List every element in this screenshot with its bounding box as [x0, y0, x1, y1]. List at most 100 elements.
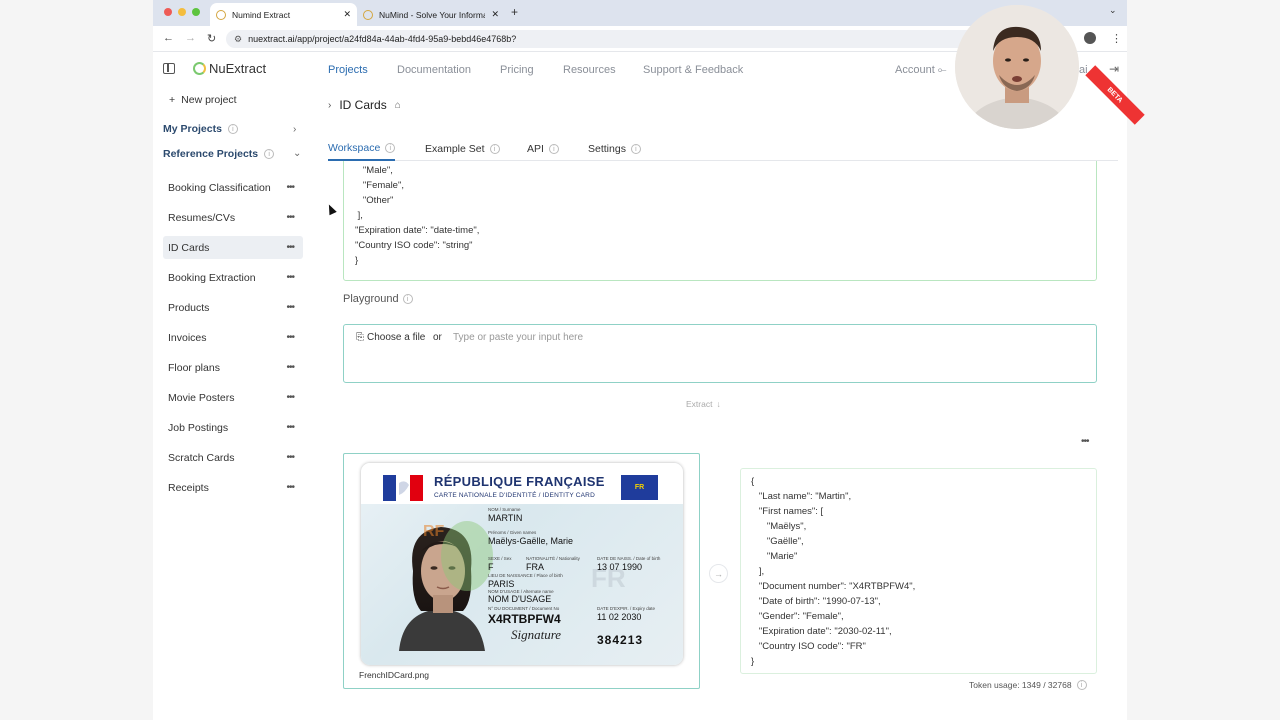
chevron-right-icon[interactable]: ›	[328, 100, 331, 111]
sidebar-item-receipts[interactable]: Receipts •••	[163, 476, 303, 499]
info-icon[interactable]: i	[1076, 680, 1087, 690]
template-code[interactable]: "Gender": [ "Male", "Female", "Other" ],…	[355, 161, 479, 268]
desktop-right	[1127, 0, 1280, 720]
nav-resources[interactable]: Resources	[563, 64, 616, 76]
more-options-icon[interactable]: •••	[286, 392, 294, 403]
sidebar-item-resumes-cvs[interactable]: Resumes/CVs •••	[163, 206, 303, 229]
extract-button[interactable]: Extract ↓	[686, 399, 721, 409]
close-tab-icon[interactable]: ✕	[491, 9, 499, 20]
close-tab-icon[interactable]: ✕	[343, 9, 351, 20]
more-options-icon[interactable]: •••	[286, 452, 294, 463]
card-given-names: Maëlys-Gaëlle, Marie	[488, 536, 574, 546]
sidebar-item-label: Booking Extraction	[168, 271, 256, 284]
sidebar-toggle-icon[interactable]	[163, 63, 175, 74]
nuextract-logo-icon	[193, 62, 206, 75]
window-controls	[164, 8, 200, 16]
sidebar-item-booking-classification[interactable]: Booking Classification •••	[163, 176, 303, 199]
reference-projects-header[interactable]: Reference Projects i	[163, 148, 275, 160]
info-icon[interactable]: i	[227, 124, 238, 134]
card-pob: PARIS	[488, 579, 515, 589]
eu-code: FR	[634, 484, 645, 491]
eu-flag-icon: FR	[621, 475, 658, 500]
tab-api[interactable]: API i	[527, 137, 559, 161]
info-icon[interactable]: i	[630, 144, 641, 154]
numind-favicon-icon	[216, 9, 226, 20]
sidebar-item-label: Invoices	[168, 331, 207, 344]
browser-tab-numind[interactable]: NuMind - Solve Your Informati ✕	[357, 3, 505, 26]
tab-example-set[interactable]: Example Set i	[425, 137, 500, 161]
site-settings-icon[interactable]: ⚙	[234, 34, 242, 45]
url-field[interactable]: ⚙ nuextract.ai/app/project/a24fd84a-44ab…	[226, 30, 1006, 48]
more-options-icon[interactable]: •••	[286, 422, 294, 433]
playground-header: Playground i	[343, 293, 413, 305]
tab-workspace[interactable]: Workspace i	[328, 137, 396, 161]
account-link[interactable]: Account ⟜	[895, 64, 947, 77]
my-projects-header[interactable]: My Projects i	[163, 123, 238, 135]
logo[interactable]: NuExtract	[193, 61, 266, 76]
input-image-panel[interactable]: RÉPUBLIQUE FRANÇAISE CARTE NATIONALE D'I…	[343, 453, 700, 689]
nav-support-feedback[interactable]: Support & Feedback	[643, 64, 743, 76]
input-placeholder[interactable]: Type or paste your input here	[453, 332, 583, 343]
more-options-icon[interactable]: •••	[1081, 436, 1089, 447]
info-icon[interactable]: i	[489, 144, 500, 154]
nav-pricing[interactable]: Pricing	[500, 64, 534, 76]
card-dob: 13 07 1990	[597, 562, 643, 572]
sidebar-item-scratch-cards[interactable]: Scratch Cards •••	[163, 446, 303, 469]
tab-label: Example Set	[425, 143, 485, 155]
token-usage-label: Token usage: 1349 / 32768	[969, 680, 1072, 690]
chevron-down-icon[interactable]: ⌄	[293, 148, 301, 159]
close-window-icon[interactable]	[164, 8, 172, 16]
label-dob: DATE DE NAISS. / Date of birth	[597, 556, 661, 561]
info-icon[interactable]: i	[402, 294, 413, 304]
logout-icon[interactable]: ⇥	[1109, 62, 1119, 76]
new-tab-icon[interactable]: +	[511, 5, 518, 19]
tab-search-icon[interactable]: ⌄	[1109, 5, 1117, 16]
nav-documentation[interactable]: Documentation	[397, 64, 471, 76]
sidebar-item-booking-extraction[interactable]: Booking Extraction •••	[163, 266, 303, 289]
minimize-window-icon[interactable]	[178, 8, 186, 16]
back-icon[interactable]: ←	[163, 32, 174, 44]
file-name: FrenchIDCard.png	[359, 670, 429, 680]
browser-menu-icon[interactable]: ⋮	[1111, 32, 1122, 45]
sidebar-item-id-cards[interactable]: ID Cards •••	[163, 236, 303, 259]
label-surname: NOM / Surname	[488, 507, 521, 512]
sidebar-item-movie-posters[interactable]: Movie Posters •••	[163, 386, 303, 409]
browser-tab-numind-extract[interactable]: Numind Extract ✕	[210, 3, 357, 26]
more-options-icon[interactable]: •••	[286, 362, 294, 373]
more-options-icon[interactable]: •••	[286, 482, 294, 493]
desktop-left	[0, 0, 153, 720]
nav-projects[interactable]: Projects	[328, 64, 368, 76]
card-nationality: FRA	[526, 562, 544, 572]
more-options-icon[interactable]: •••	[286, 302, 294, 313]
url-text: nuextract.ai/app/project/a24fd84a-44ab-4…	[248, 34, 517, 44]
info-icon[interactable]: i	[264, 149, 275, 159]
info-icon[interactable]: i	[548, 144, 559, 154]
forward-icon[interactable]: →	[185, 32, 196, 44]
hologram-mark	[441, 521, 493, 591]
tab-settings[interactable]: Settings i	[588, 137, 641, 161]
playground-input[interactable]: ⎘ Choose a file or Type or paste your in…	[343, 324, 1097, 383]
zoom-window-icon[interactable]	[192, 8, 200, 16]
reload-icon[interactable]: ↻	[207, 32, 216, 45]
new-project-label: New project	[181, 94, 237, 106]
sidebar-item-label: ID Cards	[168, 241, 210, 254]
tag-icon[interactable]: ⌂	[395, 100, 401, 111]
sidebar-item-label: Products	[168, 301, 210, 314]
profile-avatar-icon[interactable]	[1084, 32, 1096, 44]
more-options-icon[interactable]: •••	[286, 242, 294, 253]
sidebar-item-products[interactable]: Products •••	[163, 296, 303, 319]
info-icon[interactable]: i	[385, 143, 396, 153]
more-options-icon[interactable]: •••	[286, 272, 294, 283]
more-options-icon[interactable]: •••	[286, 212, 294, 223]
template-editor[interactable]: "Gender": [ "Male", "Female", "Other" ],…	[343, 161, 1097, 281]
account-label: Account	[895, 64, 935, 76]
new-project-button[interactable]: + New project	[169, 94, 237, 106]
chevron-right-icon[interactable]: ›	[293, 124, 296, 135]
sidebar-item-job-postings[interactable]: Job Postings •••	[163, 416, 303, 439]
sidebar-item-invoices[interactable]: Invoices •••	[163, 326, 303, 349]
sidebar-item-floor-plans[interactable]: Floor plans •••	[163, 356, 303, 379]
more-options-icon[interactable]: •••	[286, 332, 294, 343]
or-label: or	[433, 332, 442, 343]
choose-file-button[interactable]: ⎘ Choose a file	[356, 332, 425, 343]
more-options-icon[interactable]: •••	[286, 182, 294, 193]
